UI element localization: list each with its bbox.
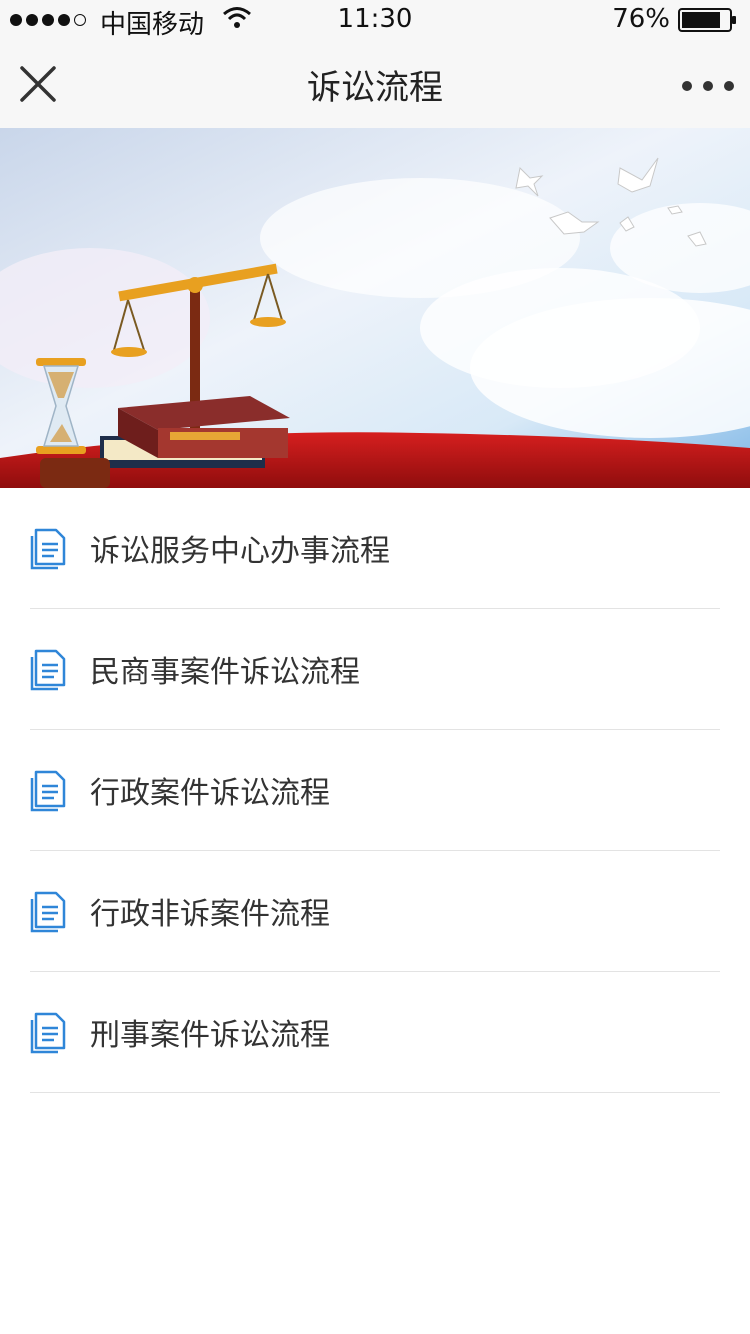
document-icon: [30, 770, 66, 812]
list-item[interactable]: 刑事案件诉讼流程: [30, 972, 720, 1093]
list-item-label: 民商事案件诉讼流程: [90, 655, 360, 690]
list-item-label: 行政非诉案件流程: [90, 897, 330, 932]
document-icon: [30, 1012, 66, 1054]
more-options-button[interactable]: [682, 68, 734, 104]
list-item[interactable]: 行政非诉案件流程: [30, 851, 720, 972]
navigation-bar: 诉讼流程: [0, 40, 750, 128]
document-icon: [30, 528, 66, 570]
banner-image: [0, 128, 750, 488]
menu-list: 诉讼服务中心办事流程 民商事案件诉讼流程 行政案件诉讼流程 行政非诉案件流程 刑…: [0, 488, 750, 1093]
page-title: 诉讼流程: [307, 68, 443, 108]
list-item[interactable]: 行政案件诉讼流程: [30, 730, 720, 851]
more-dots-icon: [682, 81, 692, 91]
battery-icon: [678, 8, 736, 32]
list-item[interactable]: 民商事案件诉讼流程: [30, 609, 720, 730]
list-item-label: 刑事案件诉讼流程: [90, 1018, 330, 1053]
status-bar: 中国移动 11:30 76%: [0, 0, 750, 40]
list-item[interactable]: 诉讼服务中心办事流程: [30, 488, 720, 609]
battery-percentage: 76%: [612, 4, 670, 34]
list-item-label: 行政案件诉讼流程: [90, 776, 330, 811]
document-icon: [30, 649, 66, 691]
list-item-label: 诉讼服务中心办事流程: [90, 534, 390, 569]
document-icon: [30, 891, 66, 933]
